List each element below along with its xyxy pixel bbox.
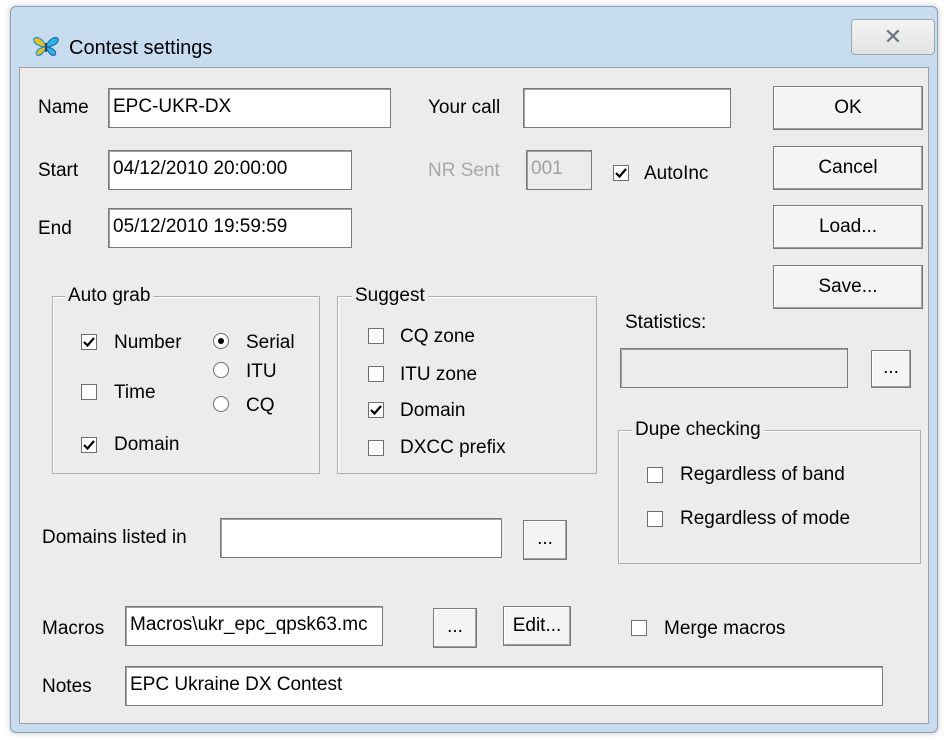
dxcc-prefix-label: DXCC prefix bbox=[400, 437, 506, 458]
merge-macros-checkbox[interactable] bbox=[631, 620, 647, 636]
checkmark-icon bbox=[370, 405, 382, 416]
domain-grab-label: Domain bbox=[114, 434, 180, 455]
domains-listed-input[interactable] bbox=[220, 518, 502, 558]
regardless-of-band-label: Regardless of band bbox=[680, 464, 845, 485]
number-checkbox[interactable] bbox=[81, 334, 97, 350]
serial-label: Serial bbox=[246, 332, 295, 353]
dupe-checking-group bbox=[618, 430, 921, 564]
itu-zone-checkbox[interactable] bbox=[368, 366, 384, 382]
statistics-field bbox=[620, 348, 848, 388]
dialog-client-area: Name EPC-UKR-DX Your call OK Start 04/12… bbox=[19, 67, 929, 724]
statistics-label: Statistics: bbox=[625, 312, 707, 333]
save-button[interactable]: Save... bbox=[773, 265, 923, 309]
macros-edit-button[interactable]: Edit... bbox=[503, 606, 571, 646]
cancel-button[interactable]: Cancel bbox=[773, 146, 923, 190]
regardless-of-band-checkbox[interactable] bbox=[647, 467, 663, 483]
window-title: Contest settings bbox=[69, 37, 213, 59]
regardless-of-mode-label: Regardless of mode bbox=[680, 508, 851, 529]
domains-listed-label: Domains listed in bbox=[42, 527, 187, 548]
checkmark-icon bbox=[83, 440, 95, 451]
domain-suggest-label: Domain bbox=[400, 400, 466, 421]
statistics-browse-button[interactable]: ... bbox=[871, 350, 911, 388]
name-label: Name bbox=[38, 97, 89, 118]
macros-label: Macros bbox=[42, 618, 105, 639]
title-bar[interactable]: Contest settings ✕ bbox=[11, 7, 937, 67]
domain-grab-checkbox[interactable] bbox=[81, 437, 97, 453]
serial-radio[interactable] bbox=[213, 333, 229, 349]
cq-radio[interactable] bbox=[213, 396, 229, 412]
itu-zone-label: ITU zone bbox=[400, 364, 478, 385]
checkmark-icon bbox=[83, 337, 95, 348]
time-checkbox[interactable] bbox=[81, 384, 97, 400]
load-button[interactable]: Load... bbox=[773, 205, 923, 249]
time-label: Time bbox=[114, 382, 156, 403]
radio-dot-icon bbox=[218, 338, 224, 344]
end-input[interactable]: 05/12/2010 19:59:59 bbox=[108, 208, 352, 248]
itu-radio[interactable] bbox=[213, 362, 229, 378]
your-call-input[interactable] bbox=[523, 88, 731, 128]
cq-zone-label: CQ zone bbox=[400, 326, 475, 347]
macros-browse-button[interactable]: ... bbox=[433, 608, 477, 648]
autoinc-label: AutoInc bbox=[644, 163, 709, 184]
end-label: End bbox=[38, 218, 72, 239]
ok-button[interactable]: OK bbox=[773, 86, 923, 130]
notes-label: Notes bbox=[42, 676, 92, 697]
itu-label: ITU bbox=[246, 361, 277, 382]
number-label: Number bbox=[114, 332, 182, 353]
domain-suggest-checkbox[interactable] bbox=[368, 402, 384, 418]
suggest-title: Suggest bbox=[352, 285, 428, 307]
auto-grab-title: Auto grab bbox=[65, 285, 154, 307]
start-input[interactable]: 04/12/2010 20:00:00 bbox=[108, 150, 352, 190]
close-button[interactable]: ✕ bbox=[851, 19, 935, 55]
contest-settings-window: Contest settings ✕ Name EPC-UKR-DX Your … bbox=[10, 6, 938, 733]
notes-input[interactable]: EPC Ukraine DX Contest bbox=[125, 666, 883, 706]
nr-sent-input[interactable]: 001 bbox=[526, 150, 592, 190]
your-call-label: Your call bbox=[428, 97, 501, 118]
start-label: Start bbox=[38, 160, 79, 181]
checkmark-icon bbox=[615, 168, 627, 179]
nr-sent-label: NR Sent bbox=[428, 160, 500, 181]
name-input[interactable]: EPC-UKR-DX bbox=[108, 88, 391, 128]
dxcc-prefix-checkbox[interactable] bbox=[368, 440, 384, 456]
autoinc-checkbox[interactable] bbox=[613, 165, 629, 181]
butterfly-icon bbox=[33, 36, 59, 57]
macros-input[interactable]: Macros\ukr_epc_qpsk63.mc bbox=[125, 606, 383, 646]
cq-zone-checkbox[interactable] bbox=[368, 328, 384, 344]
cq-label: CQ bbox=[246, 395, 275, 416]
domains-browse-button[interactable]: ... bbox=[523, 520, 567, 560]
regardless-of-mode-checkbox[interactable] bbox=[647, 511, 663, 527]
dupe-checking-title: Dupe checking bbox=[632, 419, 764, 441]
close-icon: ✕ bbox=[883, 24, 903, 49]
merge-macros-label: Merge macros bbox=[664, 618, 786, 639]
